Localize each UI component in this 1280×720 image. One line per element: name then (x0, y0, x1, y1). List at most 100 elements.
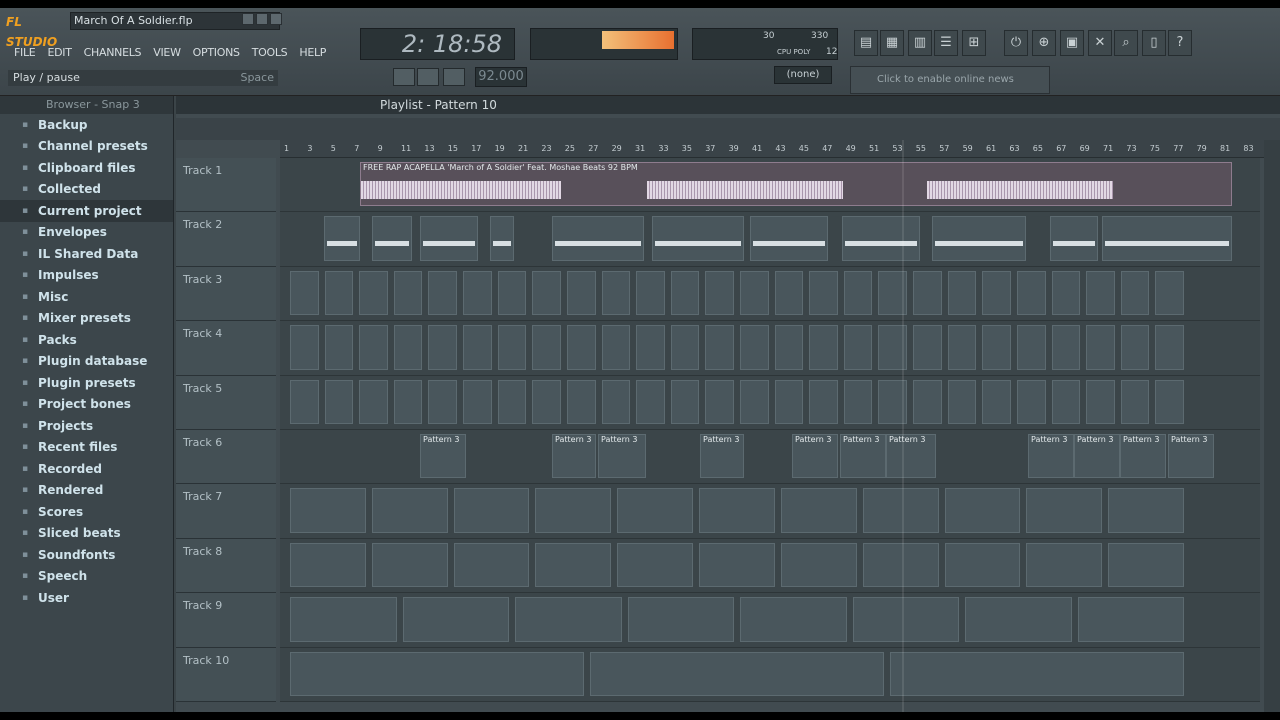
pattern-clip[interactable] (324, 379, 354, 424)
pattern-clip[interactable] (627, 597, 734, 642)
pattern-clip[interactable] (290, 488, 366, 533)
track-lane[interactable] (280, 538, 1260, 594)
menu-channels[interactable]: CHANNELS (78, 44, 148, 61)
browser-item-misc[interactable]: ▪ Misc (0, 286, 173, 308)
track-lane[interactable] (280, 321, 1260, 376)
browser-item-plugin-database[interactable]: ▪ Plugin database (0, 351, 173, 373)
browser-item-il-shared-data[interactable]: ▪ IL Shared Data (0, 243, 173, 265)
browser-item-mixer-presets[interactable]: ▪ Mixer presets (0, 308, 173, 330)
browser-item-soundfonts[interactable]: ▪ Soundfonts (0, 544, 173, 566)
pattern-clip[interactable] (862, 488, 939, 533)
pattern-clip[interactable] (497, 270, 527, 316)
pattern-clip[interactable]: Pattern 3 (420, 434, 466, 479)
track-lane[interactable]: FREE RAP ACAPELLA 'March of A Soldier' F… (280, 158, 1260, 213)
document-icon[interactable]: ▯ (1142, 30, 1166, 56)
pattern-clip[interactable] (566, 325, 596, 370)
pattern-clip[interactable] (359, 325, 388, 370)
browser-item-clipboard-files[interactable]: ▪ Clipboard files (0, 157, 173, 179)
pattern-clip[interactable] (515, 597, 622, 642)
time-ruler[interactable]: 1 3 5 7 9 11 13 15 17 19 21 23 25 27 29 31 33 35 37 39 41 43 4… (280, 140, 1280, 158)
pattern-clip[interactable] (420, 216, 478, 261)
pattern-clip[interactable] (932, 216, 1026, 261)
pattern-clip[interactable] (617, 488, 694, 533)
stop-button[interactable] (417, 68, 439, 86)
pattern-clip[interactable]: Pattern 3 (1028, 434, 1074, 479)
pattern-clip[interactable] (428, 270, 458, 316)
pattern-clip[interactable] (402, 597, 509, 642)
pattern-clip[interactable] (809, 270, 838, 316)
pattern-clip[interactable] (1108, 488, 1184, 533)
pattern-clip[interactable] (393, 379, 423, 424)
pattern-clip[interactable] (290, 597, 397, 642)
track-header[interactable]: Track 3 (176, 266, 276, 322)
browser-item-collected[interactable]: ▪ Collected (0, 179, 173, 201)
track-header[interactable]: Track 10 (176, 647, 276, 702)
record-button[interactable] (443, 68, 465, 86)
pattern-clip[interactable] (965, 597, 1072, 642)
pattern-clip[interactable] (566, 379, 596, 424)
pattern-clip[interactable] (490, 216, 514, 261)
step-sequencer-icon[interactable]: ▦ (880, 30, 904, 56)
pattern-clip[interactable] (324, 325, 354, 370)
track-lane[interactable] (280, 212, 1260, 267)
pattern-clip[interactable] (740, 270, 769, 316)
track-lane[interactable] (280, 593, 1260, 648)
pattern-clip[interactable] (359, 270, 388, 316)
browser-item-project-bones[interactable]: ▪ Project bones (0, 394, 173, 416)
pattern-clip[interactable] (705, 325, 734, 370)
pattern-clip[interactable] (852, 597, 959, 642)
browser-item-sliced-beats[interactable]: ▪ Sliced beats (0, 523, 173, 545)
track-lane[interactable] (280, 266, 1260, 322)
pattern-clip[interactable] (601, 270, 631, 316)
pattern-clip[interactable] (636, 325, 665, 370)
pattern-clip[interactable]: Pattern 3 (700, 434, 744, 479)
pattern-clip[interactable] (843, 379, 873, 424)
pattern-clip[interactable] (913, 270, 942, 316)
pattern-clip[interactable] (947, 270, 977, 316)
pattern-clip[interactable] (890, 651, 1184, 696)
pattern-clip[interactable] (532, 379, 561, 424)
pattern-clip[interactable] (1016, 325, 1046, 370)
pattern-clip[interactable] (944, 488, 1021, 533)
pattern-clip[interactable] (532, 325, 561, 370)
pattern-clip[interactable] (566, 270, 596, 316)
track-header[interactable]: Track 9 (176, 593, 276, 648)
menu-view[interactable]: VIEW (147, 44, 186, 61)
pattern-clip[interactable] (359, 379, 388, 424)
pattern-clip[interactable] (862, 542, 939, 588)
pattern-clip[interactable] (780, 542, 857, 588)
pattern-clip[interactable] (453, 488, 530, 533)
track-header[interactable]: Track 6 (176, 430, 276, 485)
pattern-clip[interactable] (1155, 270, 1184, 316)
pattern-clip[interactable] (1120, 325, 1150, 370)
pattern-clip[interactable] (290, 270, 319, 316)
browser-item-user[interactable]: ▪ User (0, 587, 173, 609)
menu-file[interactable]: FILE (8, 44, 41, 61)
pattern-clip[interactable] (1155, 325, 1184, 370)
pattern-clip[interactable] (393, 270, 423, 316)
browser-item-recorded[interactable]: ▪ Recorded (0, 458, 173, 480)
pattern-clip[interactable] (290, 651, 584, 696)
pattern-clip[interactable] (750, 216, 828, 261)
pattern-clip[interactable] (982, 379, 1011, 424)
track-lane[interactable] (280, 375, 1260, 430)
pattern-clip[interactable] (1102, 216, 1232, 261)
track-header[interactable]: Track 2 (176, 212, 276, 267)
pattern-clip[interactable] (1051, 270, 1081, 316)
plugin-icon[interactable]: ⊕ (1032, 30, 1056, 56)
pattern-clip[interactable] (290, 542, 366, 588)
pattern-clip[interactable] (428, 379, 458, 424)
pattern-clip[interactable] (636, 270, 665, 316)
pattern-clip[interactable] (1050, 216, 1098, 261)
browser-item-current-project[interactable]: ▪ Current project (0, 200, 173, 222)
play-button[interactable] (393, 68, 415, 86)
pattern-selector[interactable]: (none) (774, 66, 832, 84)
pattern-clip[interactable]: Pattern 3 (1074, 434, 1120, 479)
track-header[interactable]: Track 4 (176, 321, 276, 376)
save-icon[interactable]: ▣ (1060, 30, 1084, 56)
pattern-clip[interactable] (1155, 379, 1184, 424)
pattern-clip[interactable] (1051, 325, 1081, 370)
browser-item-envelopes[interactable]: ▪ Envelopes (0, 222, 173, 244)
pattern-clip[interactable] (1086, 325, 1115, 370)
pattern-clip[interactable] (740, 379, 769, 424)
